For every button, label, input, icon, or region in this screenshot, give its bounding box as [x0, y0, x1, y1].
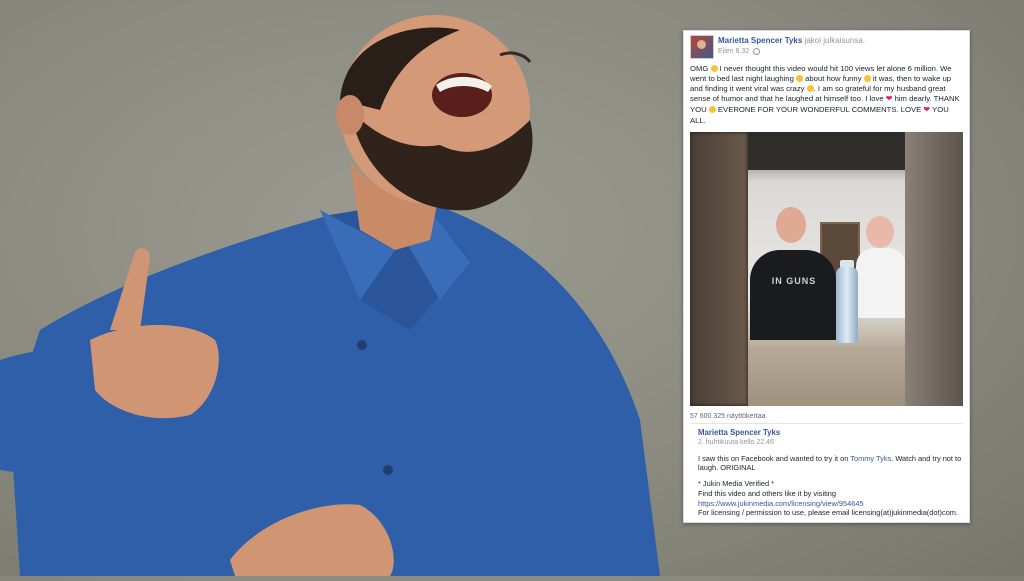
laughing-man-illustration	[0, 15, 660, 576]
desc-text: I saw this on Facebook and wanted to try…	[698, 453, 851, 463]
shared-author-link[interactable]: Marietta Spencer Tyks	[698, 428, 963, 438]
video-blur-left	[690, 132, 748, 406]
shared-description: I saw this on Facebook and wanted to try…	[698, 454, 963, 474]
jukin-info: * Jukin Media Verified * Find this video…	[698, 479, 963, 518]
shirt-print: IN GUNS	[771, 276, 817, 286]
video-blur-right	[905, 132, 963, 406]
post-text-part: about how funny	[803, 74, 864, 84]
globe-icon	[753, 47, 761, 55]
facebook-post-card: Marietta Spencer Tyks jakoi julkaisunsa.…	[683, 30, 970, 523]
post-text-part: EVERONE FOR YOUR WONDERFUL COMMENTS. LOV…	[715, 105, 924, 115]
smile-emoji-icon	[708, 106, 716, 114]
jukin-url-link[interactable]: https://www.jukinmedia.com/licensing/vie…	[698, 499, 963, 509]
find-line: Find this video and others like it by vi…	[698, 488, 837, 498]
verified-line: * Jukin Media Verified *	[698, 479, 774, 489]
video-man-right-head	[866, 216, 894, 248]
post-time: Eilen 8.32	[718, 48, 750, 55]
share-action-text: jakoi julkaisunsa.	[804, 36, 866, 45]
post-text-part: OMG	[690, 64, 711, 73]
shared-post: Marietta Spencer Tyks 2. huhtikuuta kell…	[698, 428, 963, 518]
video-man-right	[856, 248, 906, 318]
video-frame: IN GUNS	[748, 132, 906, 406]
tongue-emoji-icon	[806, 85, 814, 93]
video-man-left-head	[776, 207, 806, 243]
author-line: Marietta Spencer Tyks jakoi julkaisunsa.	[718, 36, 865, 47]
video-ceiling	[748, 132, 905, 170]
video-player[interactable]: IN GUNS	[690, 132, 963, 406]
author-avatar[interactable]	[690, 35, 714, 59]
post-timestamp[interactable]: Eilen 8.32	[718, 47, 761, 56]
water-bottle	[836, 267, 858, 343]
post-text: OMG I never thought this video would hit…	[690, 64, 963, 126]
laughing-emoji-icon	[796, 75, 803, 83]
tagged-person-link[interactable]: Tommy Tyks	[850, 454, 891, 463]
view-count: 57 600 325 näyttökertaa	[690, 413, 766, 420]
video-counter	[748, 346, 905, 406]
laughing-man-photo	[0, 0, 680, 576]
divider	[690, 423, 963, 424]
laughing-emoji-icon	[863, 75, 871, 83]
video-man-left: IN GUNS	[750, 250, 836, 340]
author-name-link[interactable]: Marietta Spencer Tyks	[718, 36, 802, 45]
shared-post-time[interactable]: 2. huhtikuuta kello 22.46	[698, 438, 963, 447]
surprised-emoji-icon	[710, 65, 718, 72]
post-header: Marietta Spencer Tyks jakoi julkaisunsa.…	[690, 35, 963, 59]
licensing-line: For licensing / permission to use, pleas…	[698, 508, 959, 518]
